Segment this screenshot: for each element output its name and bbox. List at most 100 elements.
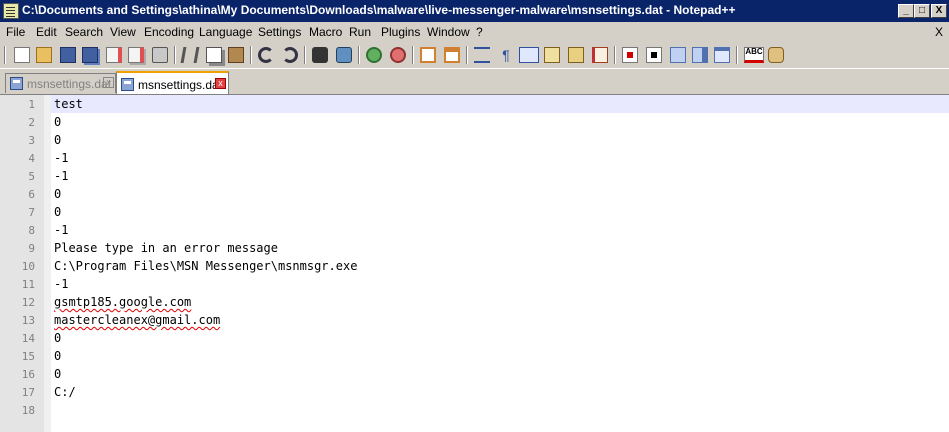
- minimize-button[interactable]: _: [898, 4, 914, 18]
- editor-line[interactable]: 17 C:/: [0, 383, 949, 401]
- line-text: mastercleanex@gmail.com: [54, 313, 221, 327]
- tab-close-icon[interactable]: x: [215, 78, 226, 89]
- editor-line[interactable]: 15 0: [0, 347, 949, 365]
- sync-horizontal-icon[interactable]: [444, 47, 460, 63]
- line-text: 0: [54, 187, 62, 201]
- toolbar-separator: [412, 46, 414, 64]
- line-text: 0: [54, 367, 62, 381]
- indent-guide-icon[interactable]: [519, 47, 539, 63]
- line-number: 9: [28, 242, 35, 255]
- restore-button[interactable]: □: [914, 4, 930, 18]
- copy-icon[interactable]: [206, 47, 222, 63]
- menu-macro[interactable]: Macro: [309, 25, 342, 39]
- toolbar-separator: [174, 46, 176, 64]
- file-icon: [121, 78, 134, 91]
- menu-encoding[interactable]: Encoding: [144, 25, 194, 39]
- editor-line[interactable]: 4 -1: [0, 149, 949, 167]
- new-file-icon[interactable]: [14, 47, 30, 63]
- menu-file[interactable]: File: [6, 25, 25, 39]
- editor-line[interactable]: 9 Please type in an error message: [0, 239, 949, 257]
- zoom-in-icon[interactable]: [366, 47, 382, 63]
- line-text: 0: [54, 115, 62, 129]
- editor-line[interactable]: 5 -1: [0, 167, 949, 185]
- line-number: 14: [21, 332, 35, 345]
- macro-run-multiple-icon[interactable]: [692, 47, 708, 63]
- tab-msnsettings-inactive[interactable]: msnsettings.dat x: [5, 73, 116, 93]
- toolbar-separator: [250, 46, 252, 64]
- toolbar-separator: [466, 46, 468, 64]
- line-number: 18: [21, 404, 35, 417]
- user-define-icon[interactable]: [544, 47, 560, 63]
- file-icon: [10, 77, 23, 90]
- editor-line[interactable]: 10 C:\Program Files\MSN Messenger\msnmsgr…: [0, 257, 949, 275]
- toolbar-separator: [736, 46, 738, 64]
- cut-icon[interactable]: [180, 47, 200, 63]
- line-text: -1: [54, 169, 69, 183]
- editor-line[interactable]: 8 -1: [0, 221, 949, 239]
- tab-close-icon[interactable]: x: [103, 77, 114, 88]
- editor[interactable]: 1 test 20 30 4 -1 5 -1 60 70 8 -1 9 Please ty…: [0, 95, 949, 432]
- replace-icon[interactable]: [336, 47, 352, 63]
- line-number: 15: [21, 350, 35, 363]
- macro-record-icon[interactable]: [622, 47, 638, 63]
- editor-line[interactable]: 16 0: [0, 365, 949, 383]
- editor-line[interactable]: 12 gsmtp185.google.com: [0, 293, 949, 311]
- editor-line[interactable]: 1 test: [0, 95, 949, 113]
- macro-save-icon[interactable]: [714, 47, 730, 63]
- sync-vertical-icon[interactable]: [420, 47, 436, 63]
- close-document-button[interactable]: X: [935, 25, 943, 39]
- menu-view[interactable]: View: [110, 25, 136, 39]
- notepad-plus-plus-icon[interactable]: [3, 3, 19, 19]
- close-icon[interactable]: [106, 47, 122, 63]
- menu-search[interactable]: Search: [65, 25, 103, 39]
- menu-help[interactable]: ?: [476, 25, 483, 39]
- editor-line[interactable]: 20: [0, 113, 949, 131]
- spell-check-icon[interactable]: ABC: [744, 47, 764, 63]
- paste-icon[interactable]: [228, 47, 244, 63]
- line-text: C:/: [54, 385, 76, 399]
- tab-bar: msnsettings.dat x msnsettings.dat x: [0, 69, 949, 95]
- editor-line[interactable]: 60: [0, 185, 949, 203]
- save-all-icon[interactable]: [82, 47, 98, 63]
- line-text: 0: [54, 205, 62, 219]
- menu-plugins[interactable]: Plugins: [381, 25, 420, 39]
- toolbar-separator: [358, 46, 360, 64]
- doc-map-icon[interactable]: [568, 47, 584, 63]
- macro-stop-icon[interactable]: [646, 47, 662, 63]
- tab-msnsettings-active[interactable]: msnsettings.dat x: [116, 71, 229, 94]
- menu-language[interactable]: Language: [199, 25, 252, 39]
- editor-line[interactable]: 11 -1: [0, 275, 949, 293]
- title-bar: C:\Documents and Settings\athina\My Docu…: [0, 0, 949, 22]
- save-icon[interactable]: [60, 47, 76, 63]
- menu-run[interactable]: Run: [349, 25, 371, 39]
- tab-label: msnsettings.dat: [138, 78, 223, 92]
- close-window-button[interactable]: X: [931, 4, 947, 18]
- line-number: 12: [21, 296, 35, 309]
- editor-line[interactable]: 70: [0, 203, 949, 221]
- toolbar-separator: [304, 46, 306, 64]
- undo-icon[interactable]: [258, 47, 274, 63]
- line-number: 8: [28, 224, 35, 237]
- tab-label: msnsettings.dat: [27, 77, 112, 91]
- show-all-chars-icon[interactable]: ¶: [498, 47, 514, 63]
- word-wrap-icon[interactable]: [474, 47, 490, 63]
- editor-line[interactable]: 14 0: [0, 329, 949, 347]
- find-icon[interactable]: [312, 47, 328, 63]
- line-number: 13: [21, 314, 35, 327]
- editor-line[interactable]: 18: [0, 401, 949, 419]
- menu-window[interactable]: Window: [427, 25, 470, 39]
- macro-play-icon[interactable]: [670, 47, 686, 63]
- plugin-icon[interactable]: [768, 47, 784, 63]
- function-list-icon[interactable]: [592, 47, 608, 63]
- print-icon[interactable]: [152, 47, 168, 63]
- close-all-icon[interactable]: [128, 47, 144, 63]
- line-number: 7: [28, 206, 35, 219]
- open-file-icon[interactable]: [36, 47, 52, 63]
- editor-line[interactable]: 30: [0, 131, 949, 149]
- zoom-out-icon[interactable]: [390, 47, 406, 63]
- line-number: 5: [28, 170, 35, 183]
- editor-line[interactable]: 13 mastercleanex@gmail.com: [0, 311, 949, 329]
- menu-edit[interactable]: Edit: [36, 25, 57, 39]
- redo-icon[interactable]: [282, 47, 298, 63]
- menu-settings[interactable]: Settings: [258, 25, 301, 39]
